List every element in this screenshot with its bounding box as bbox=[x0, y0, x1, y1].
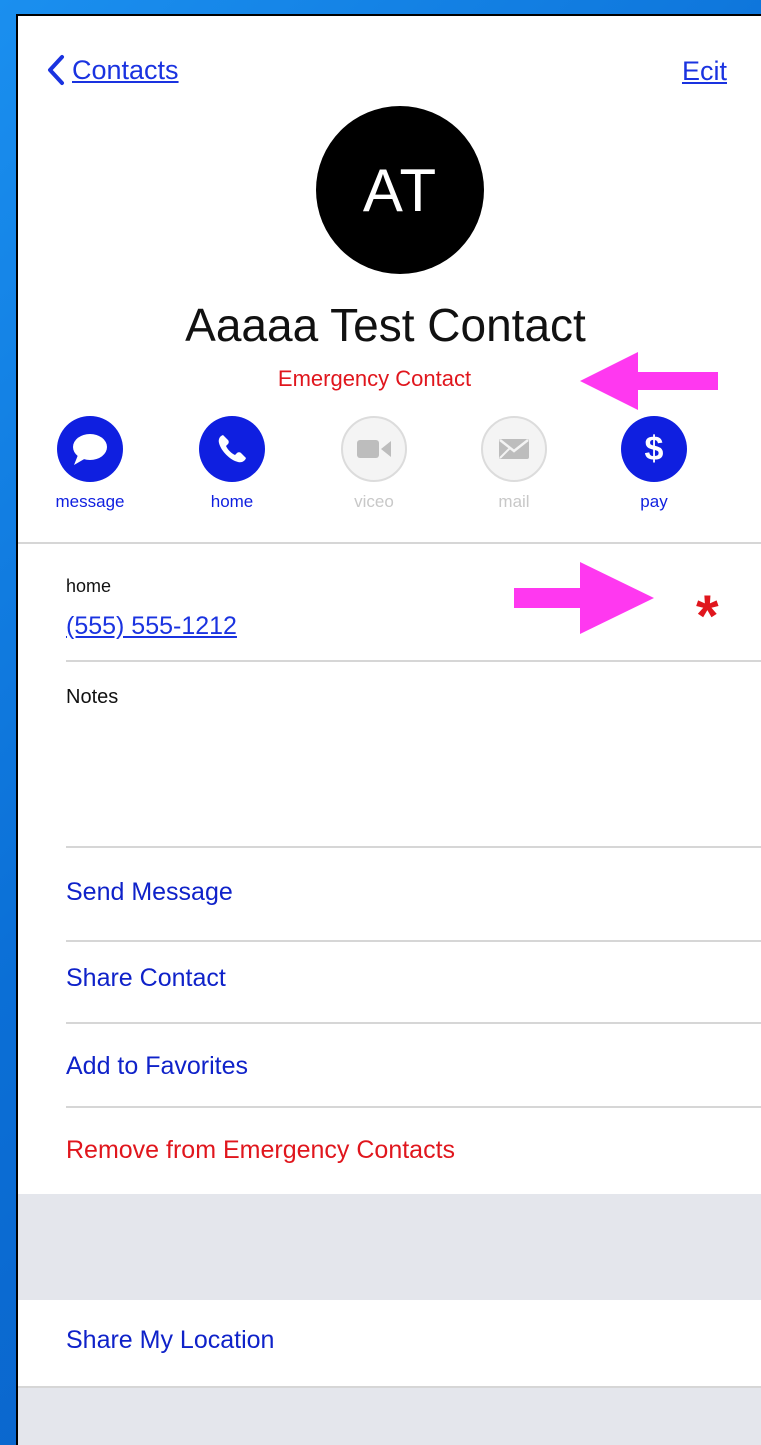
mail-action-label: mail bbox=[498, 492, 530, 511]
notes-label[interactable]: Notes bbox=[66, 686, 118, 709]
video-action-label: viceo bbox=[354, 492, 394, 511]
divider bbox=[66, 1022, 761, 1024]
divider bbox=[66, 940, 761, 942]
divider bbox=[66, 1106, 761, 1108]
message-action-button[interactable]: message bbox=[40, 416, 140, 512]
send-message-button[interactable]: Send Message bbox=[66, 878, 233, 907]
home-call-action-button[interactable]: home bbox=[182, 416, 282, 512]
pay-action-label: pay bbox=[640, 492, 668, 511]
video-action-button[interactable]: viceo bbox=[324, 416, 424, 512]
back-button[interactable]: Contacts bbox=[46, 54, 179, 86]
emergency-marker: * bbox=[696, 584, 719, 649]
phone-type-label: home bbox=[66, 576, 112, 596]
divider bbox=[66, 660, 761, 662]
annotation-arrow-left-icon bbox=[580, 352, 718, 410]
dollar-icon: $ bbox=[621, 416, 687, 482]
divider bbox=[66, 846, 761, 848]
message-action-label: message bbox=[55, 492, 125, 511]
share-contact-button[interactable]: Share Contact bbox=[66, 964, 226, 993]
envelope-icon bbox=[481, 416, 547, 482]
back-button-label[interactable]: Contacts bbox=[72, 55, 179, 86]
mail-action-button[interactable]: mail bbox=[464, 416, 564, 512]
remove-emergency-contact-button[interactable]: Remove from Emergency Contacts bbox=[66, 1136, 455, 1165]
section-spacer bbox=[18, 1386, 761, 1445]
contact-name: Aaaaa Test Contact bbox=[185, 299, 586, 351]
add-to-favorites-button[interactable]: Add to Favorites bbox=[66, 1052, 248, 1081]
avatar: AT bbox=[316, 106, 484, 274]
edit-button[interactable]: Ecit bbox=[682, 56, 727, 87]
video-camera-icon bbox=[341, 416, 407, 482]
share-my-location-button[interactable]: Share My Location bbox=[66, 1326, 274, 1355]
divider bbox=[18, 542, 761, 544]
annotation-arrow-right-icon bbox=[514, 562, 654, 634]
pay-action-button[interactable]: $ pay bbox=[604, 416, 704, 512]
phone-number-link[interactable]: (555) 555-1212 bbox=[66, 612, 237, 641]
home-action-label: home bbox=[210, 492, 254, 511]
quick-actions: message home viceo mail $ pay bbox=[18, 416, 761, 536]
chevron-left-icon bbox=[48, 55, 64, 85]
section-spacer bbox=[18, 1194, 761, 1300]
message-bubble-icon bbox=[57, 416, 123, 482]
phone-icon bbox=[199, 416, 265, 482]
contact-card-screen: Contacts Ecit AT Aaaaa Test Contact Emer… bbox=[16, 14, 761, 1445]
